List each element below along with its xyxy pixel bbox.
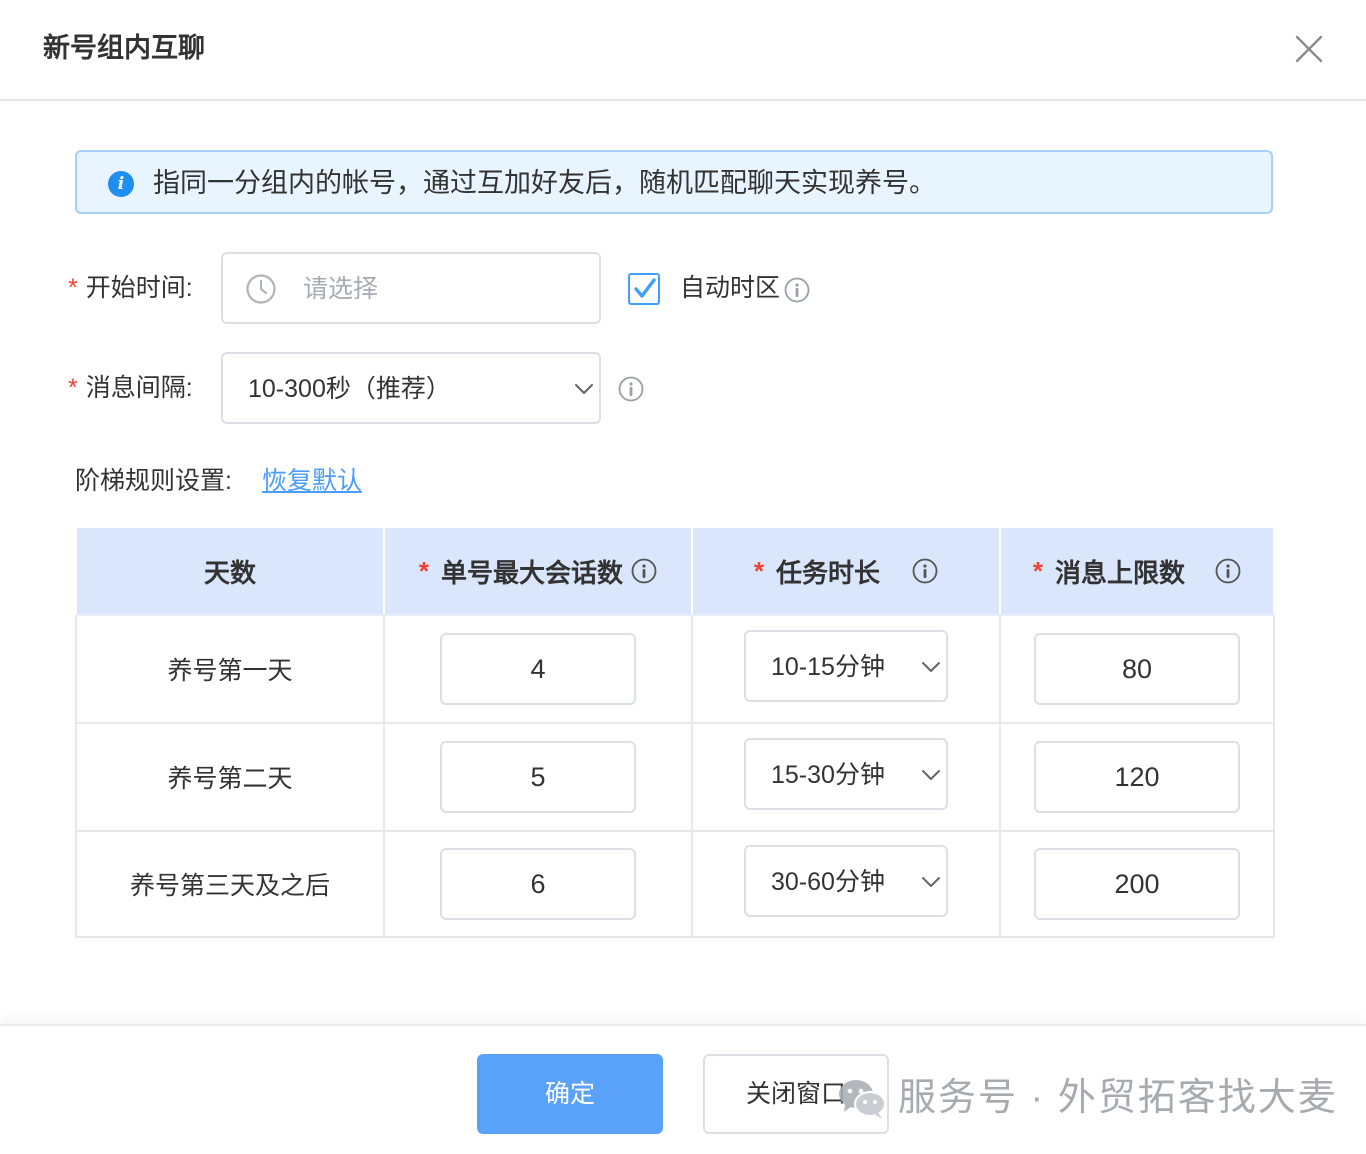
dialog-header: 新号组内互聊 bbox=[0, 0, 1366, 101]
message-limit-input[interactable]: 80 bbox=[1034, 633, 1240, 705]
header-duration: * 任务时长 bbox=[691, 526, 1001, 616]
message-limit-input[interactable]: 120 bbox=[1034, 741, 1240, 813]
info-alert: i 指同一分组内的帐号，通过互加好友后，随机匹配聊天实现养号。 bbox=[75, 150, 1273, 214]
duration-select[interactable]: 10-15分钟 bbox=[744, 629, 948, 702]
close-button[interactable] bbox=[1290, 30, 1328, 68]
ladder-rules-table: 天数 * 单号最大会话数 * 任务时长 * 消息上限数 养号第一天 4 10-15分钟… bbox=[75, 526, 1275, 938]
table-header-row: 天数 * 单号最大会话数 * 任务时长 * 消息上限数 bbox=[75, 526, 1275, 616]
table-row: 养号第三天及之后 6 30-60分钟 200 bbox=[75, 830, 1275, 938]
start-time-input[interactable]: 请选择 bbox=[221, 252, 601, 324]
info-icon[interactable] bbox=[618, 376, 644, 402]
auto-timezone-checkbox[interactable] bbox=[628, 273, 660, 305]
required-mark: * bbox=[753, 555, 765, 586]
interval-value: 10-300秒（推荐） bbox=[248, 375, 451, 403]
start-time-placeholder: 请选择 bbox=[303, 275, 379, 303]
info-icon[interactable] bbox=[912, 558, 938, 584]
table-row: 养号第二天 5 15-30分钟 120 bbox=[75, 722, 1275, 832]
info-icon[interactable] bbox=[631, 558, 657, 584]
info-icon[interactable] bbox=[1215, 558, 1241, 584]
header-message-limit-label: 消息上限数 bbox=[1055, 557, 1186, 588]
duration-cell: 30-60分钟 bbox=[691, 830, 1001, 938]
message-limit-cell: 200 bbox=[999, 830, 1275, 938]
chevron-down-icon bbox=[922, 876, 940, 887]
max-sessions-cell: 4 bbox=[383, 614, 693, 724]
interval-label-text: 消息间隔: bbox=[85, 374, 193, 402]
duration-cell: 15-30分钟 bbox=[691, 722, 1001, 832]
duration-value: 10-15分钟 bbox=[771, 652, 885, 681]
required-mark: * bbox=[68, 374, 78, 402]
duration-cell: 10-15分钟 bbox=[691, 614, 1001, 724]
wechat-icon bbox=[839, 1080, 886, 1119]
start-time-label-text: 开始时间: bbox=[85, 274, 193, 302]
header-duration-label: 任务时长 bbox=[776, 557, 881, 588]
watermark: 服务号 · 外贸拓客找大麦 bbox=[836, 1072, 1338, 1124]
info-icon[interactable] bbox=[784, 277, 810, 303]
chevron-down-icon bbox=[922, 661, 940, 672]
required-mark: * bbox=[418, 555, 430, 586]
interval-label: * 消息间隔: bbox=[68, 371, 193, 405]
day-cell: 养号第二天 bbox=[75, 722, 385, 832]
message-limit-input[interactable]: 200 bbox=[1034, 848, 1240, 920]
day-cell: 养号第一天 bbox=[75, 614, 385, 724]
clock-icon bbox=[246, 274, 276, 304]
table-row: 养号第一天 4 10-15分钟 80 bbox=[75, 614, 1275, 724]
header-days-label: 天数 bbox=[203, 557, 256, 588]
required-mark: * bbox=[1032, 555, 1044, 586]
alert-text: 指同一分组内的帐号，通过互加好友后，随机匹配聊天实现养号。 bbox=[153, 168, 936, 198]
max-sessions-input[interactable]: 4 bbox=[440, 633, 636, 705]
header-message-limit: * 消息上限数 bbox=[999, 526, 1275, 616]
duration-value: 30-60分钟 bbox=[771, 867, 885, 896]
header-max-sessions: * 单号最大会话数 bbox=[383, 526, 693, 616]
duration-select[interactable]: 30-60分钟 bbox=[744, 844, 948, 917]
day-cell: 养号第三天及之后 bbox=[75, 830, 385, 938]
required-mark: * bbox=[68, 274, 78, 302]
close-icon bbox=[1295, 35, 1323, 63]
restore-default-link[interactable]: 恢复默认 bbox=[262, 464, 362, 498]
header-days: 天数 bbox=[75, 526, 385, 616]
message-limit-cell: 80 bbox=[999, 614, 1275, 724]
watermark-text: 服务号 · 外贸拓客找大麦 bbox=[898, 1077, 1338, 1119]
duration-value: 15-30分钟 bbox=[771, 760, 885, 789]
message-limit-cell: 120 bbox=[999, 722, 1275, 832]
duration-select[interactable]: 15-30分钟 bbox=[744, 737, 948, 810]
max-sessions-input[interactable]: 5 bbox=[440, 741, 636, 813]
max-sessions-cell: 5 bbox=[383, 722, 693, 832]
dialog-title: 新号组内互聊 bbox=[43, 33, 205, 63]
checkmark-icon bbox=[634, 278, 656, 298]
header-max-sessions-label: 单号最大会话数 bbox=[441, 557, 624, 588]
ladder-rules-label: 阶梯规则设置: bbox=[75, 467, 232, 495]
max-sessions-input[interactable]: 6 bbox=[440, 848, 636, 920]
start-time-label: * 开始时间: bbox=[68, 271, 193, 305]
info-icon: i bbox=[108, 171, 134, 197]
auto-timezone-label: 自动时区 bbox=[680, 274, 781, 302]
max-sessions-cell: 6 bbox=[383, 830, 693, 938]
chevron-down-icon bbox=[575, 384, 593, 394]
confirm-button[interactable]: 确定 bbox=[477, 1054, 663, 1134]
interval-select[interactable]: 10-300秒（推荐） bbox=[221, 352, 601, 424]
chevron-down-icon bbox=[922, 769, 940, 780]
